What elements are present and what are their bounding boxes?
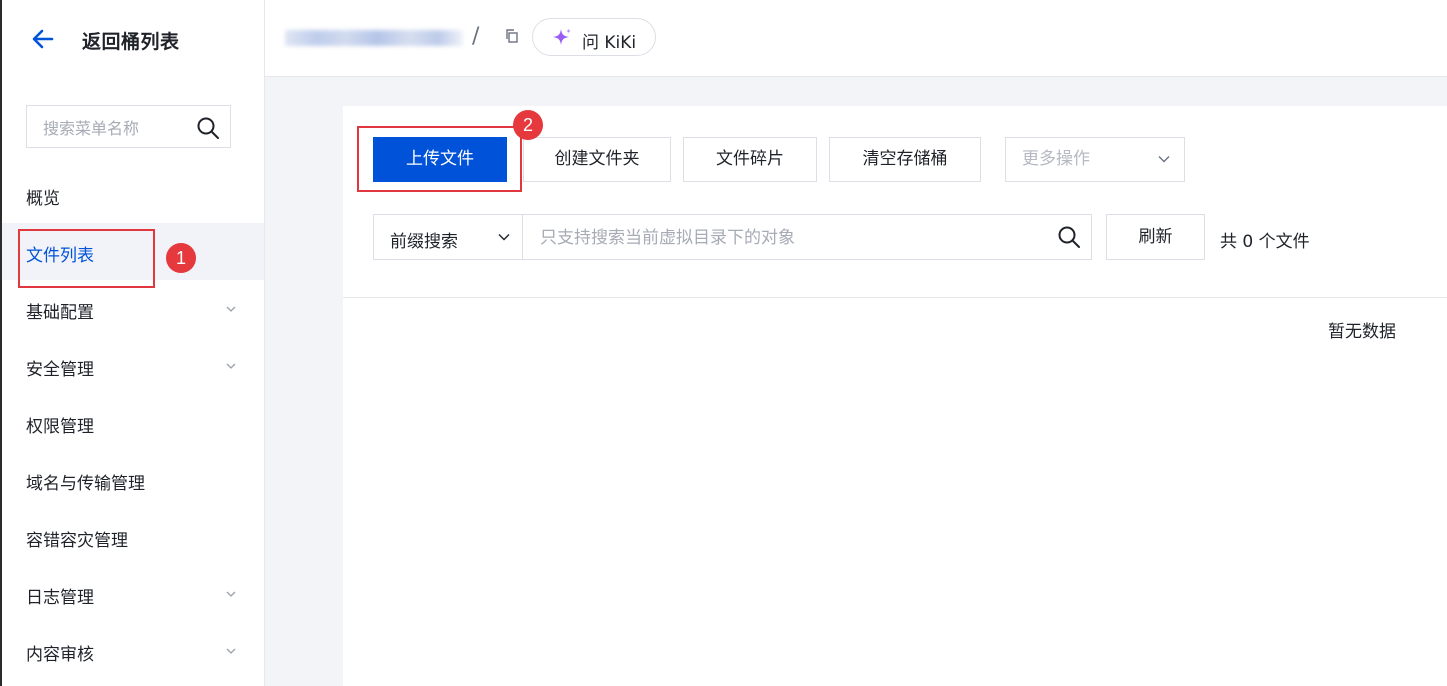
chevron-down-icon	[1158, 156, 1170, 163]
annotation-badge-2: 2	[513, 110, 543, 140]
object-search-input[interactable]	[538, 226, 1042, 250]
annotation-box-2	[357, 126, 522, 192]
annotation-badge-1: 1	[166, 243, 196, 273]
chevron-down-icon	[498, 234, 510, 241]
menu-search-box	[26, 105, 231, 148]
sidebar-item-label: 域名与传输管理	[26, 474, 145, 494]
empty-state-text: 暂无数据	[1328, 322, 1396, 342]
sidebar-item-overview[interactable]: 概览	[2, 166, 264, 223]
more-actions-dropdown[interactable]: 更多操作	[1005, 137, 1185, 182]
sidebar-item-fault-tolerance[interactable]: 容错容灾管理	[2, 508, 264, 565]
chevron-down-icon	[226, 591, 236, 597]
sidebar-item-label: 内容审核	[26, 645, 94, 665]
sidebar-item-permissions[interactable]: 权限管理	[2, 394, 264, 451]
object-search-group: 前缀搜索	[373, 214, 1092, 260]
sidebar: 返回桶列表 概览 文件列表 基础配置 安全管理 权限管理 域名与传输管理 容错容…	[2, 0, 265, 686]
search-icon[interactable]	[196, 116, 220, 140]
copy-icon[interactable]	[504, 28, 520, 44]
sidebar-item-security[interactable]: 安全管理	[2, 337, 264, 394]
breadcrumb-separator: /	[472, 24, 480, 49]
file-fragments-button[interactable]: 文件碎片	[683, 137, 817, 182]
sidebar-item-label: 权限管理	[26, 417, 94, 437]
back-to-bucket-list[interactable]: 返回桶列表	[82, 27, 180, 54]
chevron-down-icon	[226, 306, 236, 312]
refresh-button[interactable]: 刷新	[1106, 214, 1205, 260]
ask-kiki-button[interactable]: 问 KiKi	[532, 18, 656, 56]
chevron-down-icon	[226, 363, 236, 369]
bucket-name-redacted	[285, 30, 463, 46]
back-arrow-icon[interactable]	[30, 26, 56, 52]
file-count: 共 0 个文件	[1220, 232, 1310, 252]
sidebar-item-label: 概览	[26, 189, 60, 209]
sidebar-item-label: 日志管理	[26, 588, 94, 608]
sidebar-item-label: 安全管理	[26, 360, 94, 380]
back-row: 返回桶列表	[2, 0, 264, 80]
sparkle-icon	[553, 28, 571, 45]
more-actions-label: 更多操作	[1022, 149, 1090, 169]
sidebar-item-label: 容错容灾管理	[26, 531, 128, 551]
sidebar-item-logs[interactable]: 日志管理	[2, 565, 264, 622]
sidebar-item-domain-transfer[interactable]: 域名与传输管理	[2, 451, 264, 508]
sidebar-item-label: 基础配置	[26, 303, 94, 323]
ask-kiki-label: 问 KiKi	[582, 33, 637, 53]
chevron-down-icon	[226, 648, 236, 654]
sidebar-item-content-review[interactable]: 内容审核	[2, 622, 264, 679]
top-bar: / 问 KiKi	[265, 0, 1447, 77]
divider	[343, 297, 1447, 298]
search-icon[interactable]	[1057, 225, 1081, 249]
menu-search-input[interactable]	[41, 116, 195, 140]
empty-bucket-button[interactable]: 清空存储桶	[829, 137, 981, 182]
sidebar-item-basic-config[interactable]: 基础配置	[2, 280, 264, 337]
create-folder-button[interactable]: 创建文件夹	[523, 137, 671, 182]
annotation-box-1	[18, 229, 155, 288]
search-mode-select[interactable]: 前缀搜索	[374, 215, 523, 259]
file-list-panel: 上传文件 创建文件夹 文件碎片 清空存储桶 更多操作 前缀搜索 刷新 共 0 个…	[343, 106, 1447, 686]
search-mode-label: 前缀搜索	[390, 232, 458, 252]
